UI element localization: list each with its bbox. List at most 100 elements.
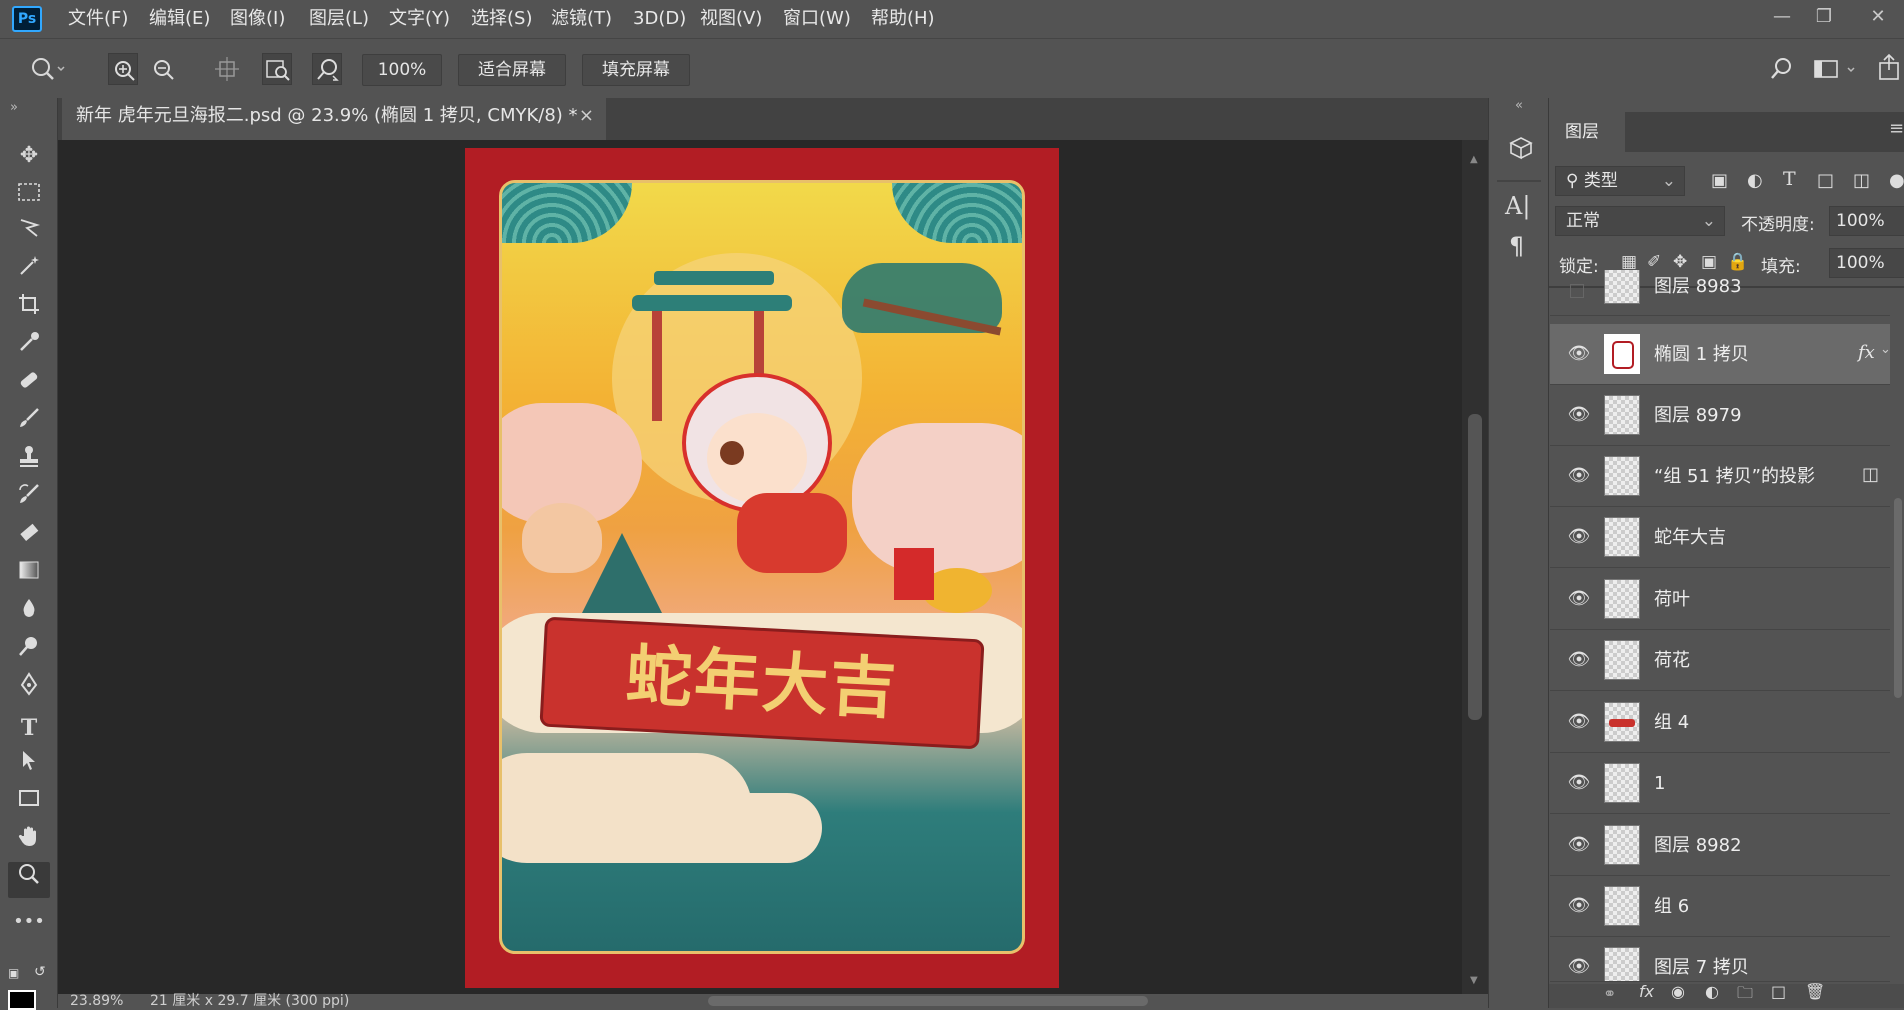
clone-stamp-tool-icon[interactable] [8, 444, 50, 480]
visibility-toggle[interactable] [1570, 284, 1584, 298]
menu-edit[interactable]: 编辑(E) [149, 0, 210, 38]
resize-windows-icon[interactable] [212, 53, 242, 85]
3d-panel-icon[interactable] [1503, 132, 1539, 164]
poster-artwork[interactable]: 蛇年大吉 [465, 148, 1059, 988]
eye-icon[interactable]: 👁 [1566, 524, 1592, 550]
lock-position-icon[interactable]: ✥ [1673, 252, 1687, 272]
vertical-scrollbar[interactable]: ▲ ▼ [1462, 140, 1488, 994]
menu-file[interactable]: 文件(F) [68, 0, 128, 38]
zoom-all-windows-icon[interactable] [262, 53, 292, 85]
menu-layer[interactable]: 图层(L) [309, 0, 369, 38]
menu-image[interactable]: 图像(I) [230, 0, 285, 38]
eye-icon[interactable]: 👁 [1566, 463, 1592, 489]
brush-tool-icon[interactable] [8, 406, 50, 442]
gradient-tool-icon[interactable] [8, 558, 50, 594]
scrubby-zoom-icon[interactable] [312, 53, 342, 85]
eye-icon[interactable]: 👁 [1566, 770, 1592, 796]
eye-icon[interactable]: 👁 [1566, 954, 1592, 980]
opacity-input[interactable]: 100% [1829, 206, 1904, 236]
blur-tool-icon[interactable] [8, 596, 50, 632]
eye-icon[interactable]: 👁 [1566, 893, 1592, 919]
scroll-thumb[interactable] [1468, 414, 1482, 720]
layer-row[interactable]: 👁 组 4 [1550, 692, 1890, 753]
menu-type[interactable]: 文字(Y) [389, 0, 450, 38]
search-icon[interactable] [1766, 53, 1796, 85]
layer-name[interactable]: 蛇年大吉 [1654, 507, 1726, 568]
dodge-tool-icon[interactable] [8, 634, 50, 670]
layer-row[interactable]: 图层 8983 [1550, 270, 1890, 316]
eyedropper-tool-icon[interactable] [8, 330, 50, 366]
layer-name[interactable]: 图层 7 拷贝 [1654, 937, 1749, 981]
filter-smartobject-icon[interactable]: ◫ [1853, 170, 1870, 191]
menu-help[interactable]: 帮助(H) [871, 0, 935, 38]
restore-icon[interactable]: ❐ [1804, 2, 1844, 32]
zoom-tool-icon[interactable] [8, 862, 50, 898]
rectangle-tool-icon[interactable] [8, 786, 50, 822]
filter-adjustment-icon[interactable]: ◐ [1747, 170, 1763, 191]
layer-row[interactable]: 👁 “组 51 拷贝”的投影 ◫ [1550, 446, 1890, 507]
lock-transparency-icon[interactable]: ▦ [1621, 252, 1637, 272]
minimize-icon[interactable]: — [1762, 2, 1802, 32]
layer-name[interactable]: 组 6 [1654, 876, 1689, 937]
eye-icon[interactable]: 👁 [1566, 709, 1592, 735]
crop-tool-icon[interactable] [8, 292, 50, 328]
panel-menu-icon[interactable]: ≡ [1889, 118, 1904, 139]
layer-name[interactable]: 1 [1654, 753, 1665, 814]
hand-tool-icon[interactable] [8, 824, 50, 860]
lasso-tool-icon[interactable] [8, 216, 50, 252]
more-tools-icon[interactable]: ••• [8, 904, 50, 940]
eye-icon[interactable]: 👁 [1566, 402, 1592, 428]
layer-effects-icon[interactable]: fx [1858, 342, 1875, 363]
eye-icon[interactable]: 👁 [1566, 586, 1592, 612]
layer-name[interactable]: 图层 8983 [1654, 270, 1742, 315]
workspace-icon[interactable] [1812, 53, 1860, 85]
eye-icon[interactable]: 👁 [1566, 647, 1592, 673]
marquee-tool-icon[interactable] [8, 178, 50, 214]
layer-row[interactable]: 👁 1 [1550, 753, 1890, 814]
history-brush-tool-icon[interactable] [8, 482, 50, 518]
move-tool-icon[interactable]: ✥ [8, 138, 50, 174]
eye-icon[interactable]: 👁 [1566, 341, 1592, 367]
delete-layer-icon[interactable]: 🗑 [1805, 982, 1825, 1001]
lock-all-icon[interactable]: 🔒 [1727, 252, 1748, 272]
layer-row-selected[interactable]: 👁 椭圆 1 拷贝 fx ⌄ [1550, 324, 1891, 385]
status-zoom[interactable]: 23.89% [70, 994, 123, 1008]
layer-name[interactable]: 椭圆 1 拷贝 [1654, 324, 1749, 385]
layer-row[interactable]: 👁 荷花 [1550, 630, 1890, 691]
type-tool-icon[interactable]: T [8, 710, 50, 746]
swap-colors-icon[interactable]: ↺ [34, 964, 46, 980]
pen-tool-icon[interactable] [8, 672, 50, 708]
foreground-color-swatch[interactable] [8, 990, 36, 1010]
layer-row[interactable]: 👁 蛇年大吉 [1550, 507, 1890, 568]
collapse-panels-icon[interactable]: « [1515, 98, 1523, 113]
add-style-icon[interactable]: fx [1639, 982, 1654, 1001]
horizontal-scroll-thumb[interactable] [708, 996, 1148, 1006]
layer-name[interactable]: 图层 8982 [1654, 815, 1742, 876]
magic-wand-tool-icon[interactable] [8, 254, 50, 290]
blend-mode-select[interactable]: 正常 ⌄ [1555, 206, 1725, 236]
zoom-out-icon[interactable] [148, 53, 178, 85]
layer-name[interactable]: “组 51 拷贝”的投影 [1654, 446, 1815, 507]
default-colors-icon[interactable]: ▣ [8, 966, 19, 980]
zoom-in-icon[interactable] [108, 53, 138, 85]
layer-name[interactable]: 荷叶 [1654, 569, 1690, 630]
zoom-tool-preset-icon[interactable] [18, 51, 66, 87]
layer-row[interactable]: 👁 组 6 [1550, 876, 1890, 937]
layer-name[interactable]: 荷花 [1654, 630, 1690, 691]
expand-toolbar-icon[interactable]: » [10, 100, 18, 115]
layer-name[interactable]: 组 4 [1654, 692, 1689, 753]
layers-scrollbar[interactable] [1894, 498, 1902, 698]
adjustment-layer-icon[interactable]: ◐ [1705, 982, 1719, 1001]
menu-3d[interactable]: 3D(D) [633, 0, 686, 38]
filter-shape-icon[interactable]: □ [1817, 170, 1834, 191]
expand-effects-icon[interactable]: ⌄ [1880, 342, 1891, 357]
lock-artboard-icon[interactable]: ▣ [1701, 252, 1717, 272]
layer-filter-select[interactable]: ⚲ 类型 ⌄ [1555, 166, 1685, 196]
layer-name[interactable]: 图层 8979 [1654, 385, 1742, 446]
add-mask-icon[interactable]: ◉ [1671, 982, 1685, 1001]
menu-view[interactable]: 视图(V) [700, 0, 762, 38]
character-panel-icon[interactable]: A| [1505, 192, 1530, 220]
menu-filter[interactable]: 滤镜(T) [551, 0, 612, 38]
layer-row[interactable]: 👁 图层 7 拷贝 [1550, 937, 1890, 982]
fill-screen-button[interactable]: 填充屏幕 [582, 54, 690, 86]
